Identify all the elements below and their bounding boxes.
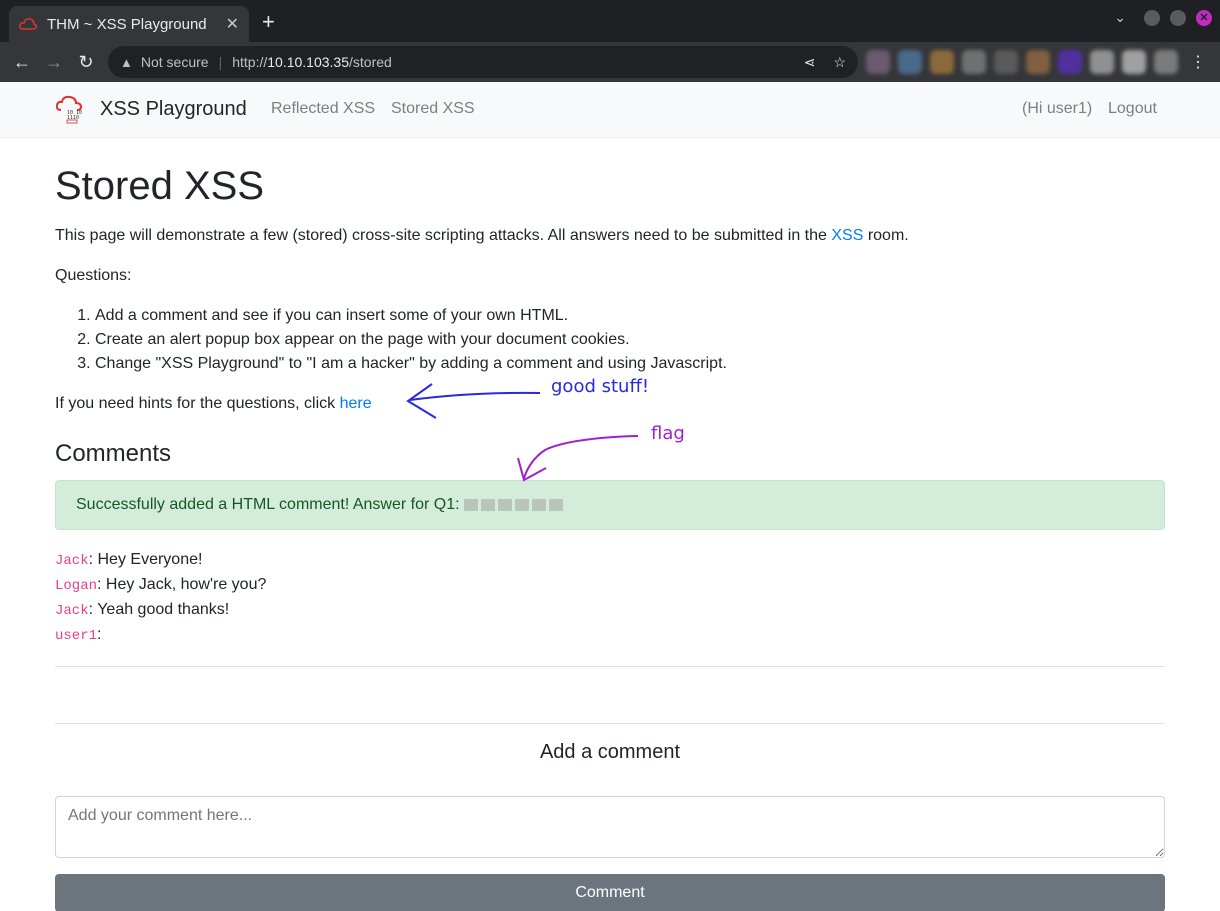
browser-tab[interactable]: THM ~ XSS Playground ✕ [9, 6, 249, 42]
nav-reflected-xss[interactable]: Reflected XSS [271, 100, 375, 118]
questions-label: Questions: [55, 267, 132, 284]
comment-author: Jack [55, 553, 89, 569]
divider [55, 723, 1165, 724]
comment-list: Jack: Hey Everyone! Logan: Hey Jack, how… [55, 548, 1165, 648]
redacted-answer [463, 499, 563, 511]
browser-tab-bar: THM ~ XSS Playground ✕ + ⌄ ✕ [0, 0, 1220, 42]
extension-icon[interactable] [1026, 50, 1050, 74]
extension-icon[interactable] [994, 50, 1018, 74]
questions-list: Add a comment and see if you can insert … [55, 304, 1165, 376]
comment-author: Jack [55, 603, 89, 619]
extension-icon[interactable] [1058, 50, 1082, 74]
add-comment-heading: Add a comment [539, 741, 681, 763]
tab-search-chevron-icon[interactable]: ⌄ [1114, 9, 1126, 26]
hint-link[interactable]: here [340, 395, 372, 412]
comment-text: : Hey Jack, how're you? [97, 576, 267, 593]
comments-heading: Comments [55, 440, 172, 467]
intro-paragraph: This page will demonstrate a few (stored… [55, 224, 1165, 248]
share-icon[interactable]: ⋖ [804, 54, 816, 71]
url-path: /stored [349, 54, 392, 70]
browser-menu-icon[interactable]: ⋮ [1190, 52, 1206, 72]
maximize-button[interactable] [1170, 9, 1186, 26]
question-item: Change "XSS Playground" to "I am a hacke… [95, 352, 1165, 376]
extension-icon[interactable] [1090, 50, 1114, 74]
extension-icon[interactable] [1154, 50, 1178, 74]
divider [55, 666, 1165, 667]
comment-item: Logan: Hey Jack, how're you? [55, 573, 1165, 598]
new-tab-button[interactable]: + [262, 11, 275, 33]
xss-room-link[interactable]: XSS [831, 227, 863, 244]
annotation-flag: flag [651, 423, 685, 444]
logout-link[interactable]: Logout [1108, 100, 1157, 118]
url-prefix: http:// [232, 54, 268, 70]
site-navbar: 10 10 1110 XSS Playground Reflected XSS … [0, 82, 1220, 138]
minimize-button[interactable] [1144, 9, 1160, 26]
extension-icon[interactable] [962, 50, 986, 74]
alert-text: Successfully added a HTML comment! Answe… [76, 496, 460, 513]
comment-author: user1 [55, 628, 98, 644]
thm-logo-icon[interactable]: 10 10 1110 [55, 92, 87, 124]
intro-text: This page will demonstrate a few (stored… [55, 227, 832, 244]
window-controls: ⌄ ✕ [1114, 9, 1212, 26]
comment-text: : [97, 626, 102, 643]
url-host: 10.10.103.35 [267, 54, 349, 70]
page-title: Stored XSS [55, 164, 265, 208]
tab-title: THM ~ XSS Playground [47, 15, 207, 33]
forward-arrow-icon[interactable]: → [38, 52, 70, 73]
hint-text: If you need hints for the questions, cli… [55, 395, 340, 412]
comment-text: : Yeah good thanks! [88, 601, 230, 618]
tab-close-icon[interactable]: ✕ [226, 14, 239, 34]
site-brand[interactable]: XSS Playground [100, 98, 247, 121]
comment-item: Jack: Yeah good thanks! [55, 598, 1165, 623]
extension-icon[interactable] [898, 50, 922, 74]
extensions-area [866, 50, 1178, 74]
main-content: Stored XSS This page will demonstrate a … [55, 138, 1165, 911]
extension-icon[interactable] [1122, 50, 1146, 74]
extension-icon[interactable] [930, 50, 954, 74]
intro-text-end: room. [863, 227, 909, 244]
close-window-button[interactable]: ✕ [1196, 9, 1212, 26]
question-item: Add a comment and see if you can insert … [95, 304, 1165, 328]
nav-stored-xss[interactable]: Stored XSS [391, 100, 475, 118]
comment-item: user1: [55, 623, 1165, 648]
annotation-good-stuff: good stuff! [551, 376, 650, 397]
security-label: Not secure [140, 54, 209, 70]
comment-text: : Hey Everyone! [88, 551, 203, 568]
bookmark-star-icon[interactable]: ☆ [833, 54, 846, 71]
user-greeting: (Hi user1) [1022, 100, 1093, 117]
thm-favicon-icon [19, 18, 37, 30]
back-arrow-icon[interactable]: ← [6, 52, 38, 73]
address-bar[interactable]: ▲ Not secure | http://10.10.103.35/store… [108, 46, 858, 78]
reload-icon[interactable]: ↻ [70, 52, 102, 73]
comment-submit-button[interactable]: Comment [55, 874, 1165, 911]
comment-textarea[interactable] [55, 796, 1165, 858]
browser-toolbar: ← → ↻ ▲ Not secure | http://10.10.103.35… [0, 42, 1220, 82]
question-item: Create an alert popup box appear on the … [95, 328, 1165, 352]
warning-icon: ▲ [120, 54, 133, 70]
address-divider: | [218, 54, 223, 70]
comment-item: Jack: Hey Everyone! [55, 548, 1165, 573]
success-alert: Successfully added a HTML comment! Answe… [55, 480, 1165, 530]
comment-author: Logan [55, 578, 98, 594]
extension-icon[interactable] [866, 50, 890, 74]
